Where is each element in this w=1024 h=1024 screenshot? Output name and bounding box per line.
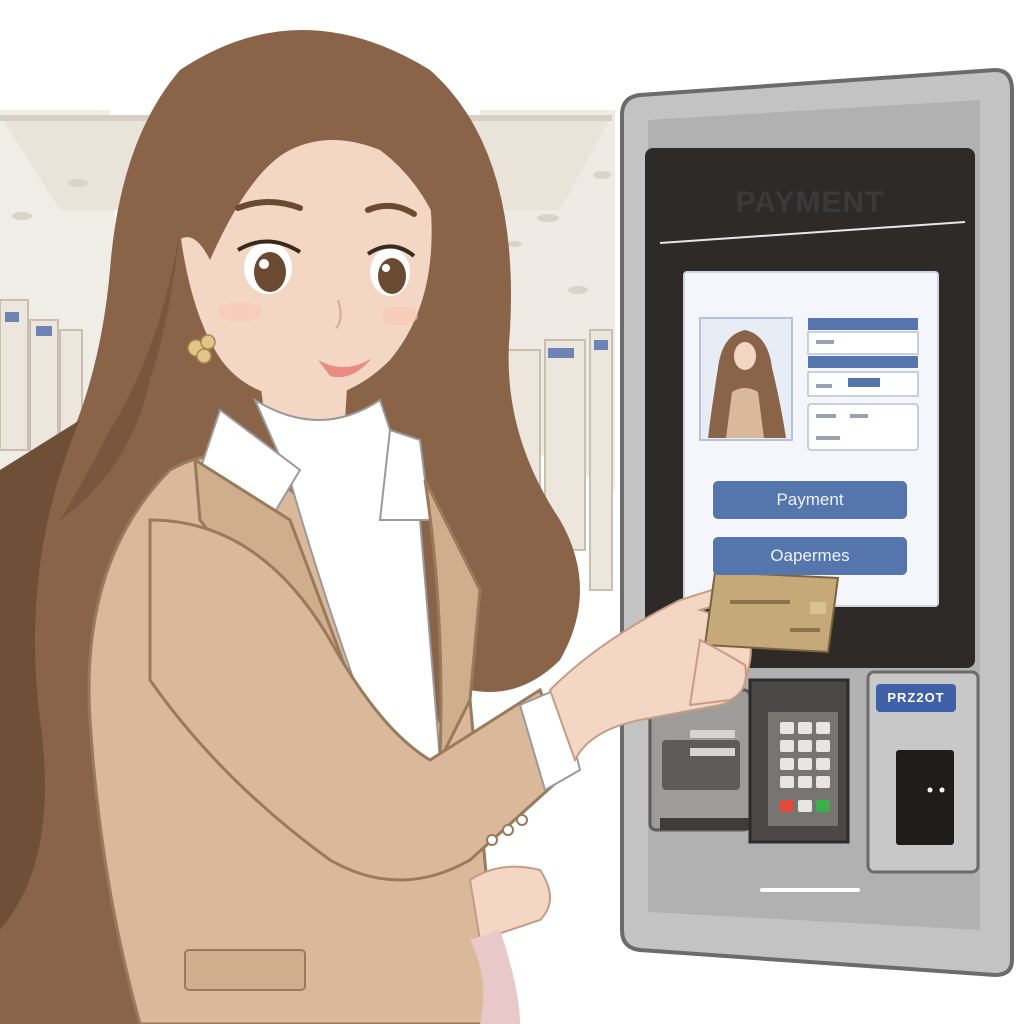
payment-card — [703, 570, 840, 654]
ceiling-light — [12, 212, 32, 220]
payment-button[interactable]: Payment — [713, 481, 907, 519]
profile-photo — [699, 317, 793, 441]
ceiling-light — [593, 171, 611, 179]
form-fields — [807, 318, 919, 451]
ceiling-light — [568, 286, 588, 294]
reader-label: PRZ2OT — [876, 684, 956, 712]
screen-title: PAYMENT — [735, 186, 885, 219]
ceiling-light — [537, 214, 559, 222]
ceiling-light — [68, 179, 88, 187]
options-button[interactable]: Oapermes — [713, 537, 907, 575]
